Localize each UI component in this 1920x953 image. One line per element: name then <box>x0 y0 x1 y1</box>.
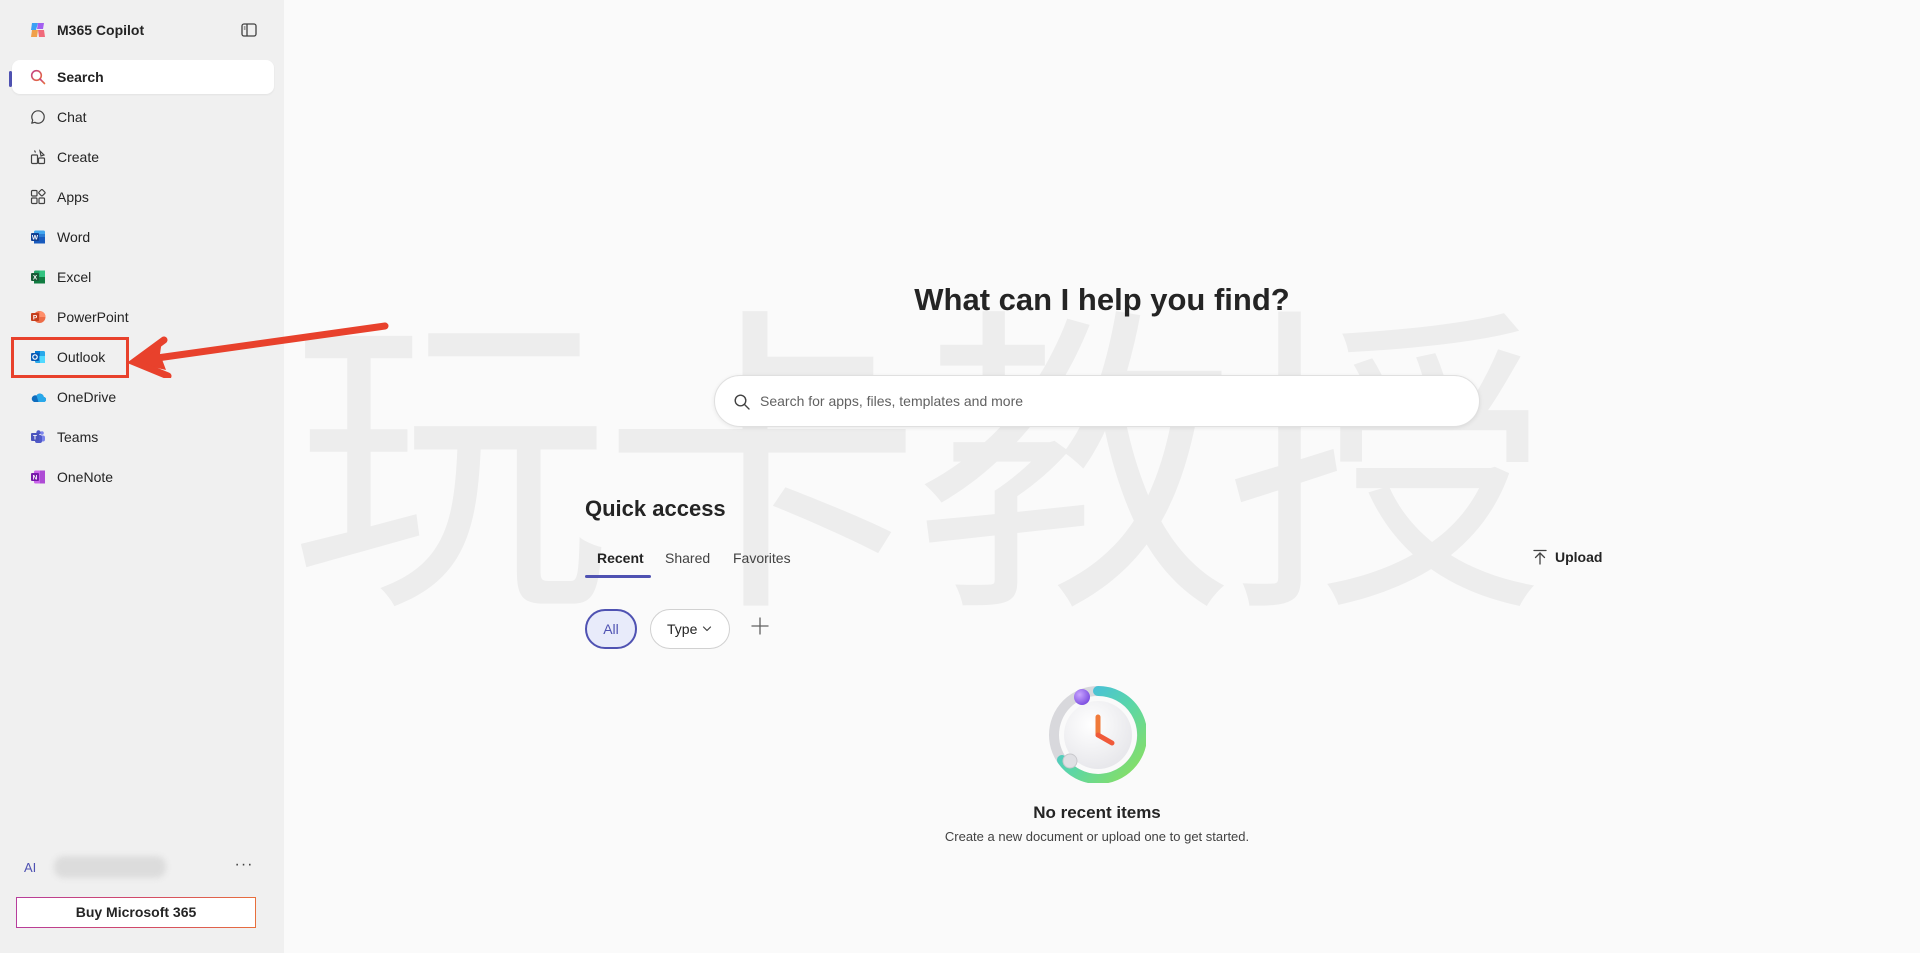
sidebar-toggle-icon[interactable] <box>240 21 258 39</box>
search-box[interactable] <box>714 375 1480 427</box>
user-name-redacted <box>54 856 166 878</box>
sidebar-item-label: Apps <box>57 189 89 205</box>
svg-text:T: T <box>33 435 37 442</box>
main-content: What can I help you find? Quick access R… <box>284 0 1920 953</box>
search-input[interactable] <box>760 376 1460 426</box>
sidebar-item-apps[interactable]: Apps <box>12 180 274 214</box>
filter-type-label: Type <box>667 621 698 637</box>
sidebar-item-label: Create <box>57 149 100 165</box>
svg-text:P: P <box>33 315 38 322</box>
more-options-button[interactable]: ··· <box>232 854 256 878</box>
quick-access-tabs: Recent Shared Favorites <box>585 546 835 580</box>
tab-favorites[interactable]: Favorites <box>733 546 791 578</box>
sidebar-item-label: Excel <box>57 269 92 285</box>
sidebar-item-create[interactable]: Create <box>12 140 274 174</box>
onenote-icon: N <box>31 470 45 484</box>
onedrive-icon <box>31 393 46 403</box>
apps-icon <box>30 189 46 205</box>
svg-text:X: X <box>33 275 38 282</box>
upload-icon <box>1533 549 1547 565</box>
app-title: M365 Copilot <box>57 22 145 38</box>
word-icon: W <box>31 230 45 244</box>
add-filter-icon[interactable] <box>749 615 771 637</box>
tab-recent[interactable]: Recent <box>597 546 644 578</box>
upload-label: Upload <box>1555 549 1603 565</box>
sidebar-item-teams[interactable]: T Teams <box>12 420 274 454</box>
svg-text:N: N <box>33 475 38 482</box>
sidebar-item-label: OneNote <box>57 469 114 485</box>
chevron-down-icon <box>702 626 712 632</box>
filter-type-dropdown[interactable]: Type <box>650 609 730 649</box>
sidebar-item-label: PowerPoint <box>57 309 129 325</box>
sidebar-item-label: Chat <box>57 109 87 125</box>
sidebar-header: M365 Copilot <box>0 0 284 60</box>
clock-illustration-icon <box>1049 685 1146 783</box>
user-initials[interactable]: AI <box>24 860 36 875</box>
filter-all-chip[interactable]: All <box>585 609 637 649</box>
upload-button[interactable]: Upload <box>1532 548 1612 568</box>
sidebar-item-label: Teams <box>57 429 99 445</box>
create-icon <box>30 149 46 165</box>
empty-state-title: No recent items <box>1033 803 1161 822</box>
tab-shared[interactable]: Shared <box>665 546 710 578</box>
sidebar-item-excel[interactable]: X Excel <box>12 260 274 294</box>
sidebar-item-onedrive[interactable]: OneDrive <box>12 380 274 414</box>
chat-icon <box>31 110 45 124</box>
sidebar-item-label: Search <box>57 69 104 85</box>
teams-icon: T <box>31 430 45 443</box>
svg-text:W: W <box>32 235 39 242</box>
powerpoint-icon: P <box>31 311 46 323</box>
empty-state-subtitle: Create a new document or upload one to g… <box>944 829 1250 844</box>
annotation-highlight-box <box>11 337 129 378</box>
page-title: What can I help you find? <box>914 282 1290 317</box>
sidebar: M365 Copilot Search Chat Create Apps W W… <box>0 0 284 953</box>
sidebar-item-search[interactable]: Search <box>12 60 274 94</box>
sidebar-item-label: OneDrive <box>57 389 117 405</box>
buy-microsoft-365-button[interactable]: Buy Microsoft 365 <box>16 897 256 928</box>
excel-icon: X <box>31 270 45 284</box>
tab-active-underline <box>585 575 651 578</box>
sidebar-item-chat[interactable]: Chat <box>12 100 274 134</box>
quick-access-title: Quick access <box>585 496 726 521</box>
sidebar-item-onenote[interactable]: N OneNote <box>12 460 274 494</box>
sidebar-item-label: Word <box>57 229 91 245</box>
sidebar-item-word[interactable]: W Word <box>12 220 274 254</box>
search-icon <box>734 394 750 410</box>
copilot-logo-icon <box>31 23 45 37</box>
search-icon <box>30 69 46 85</box>
